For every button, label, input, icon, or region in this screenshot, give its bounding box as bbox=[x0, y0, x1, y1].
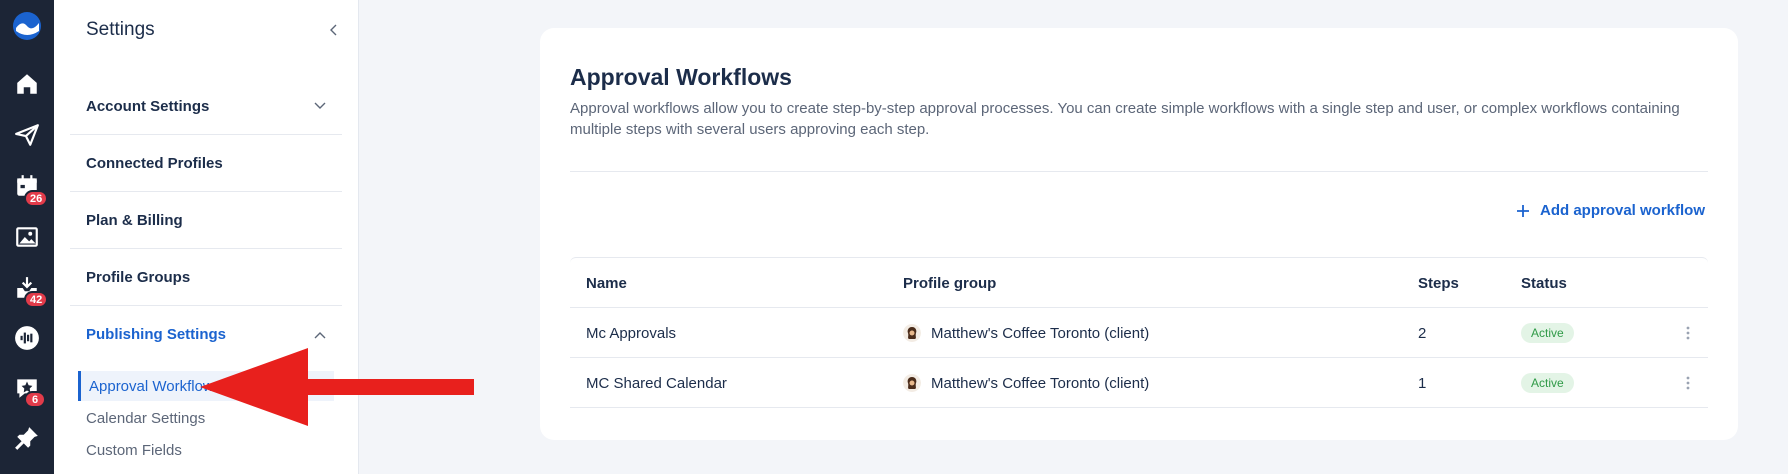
workflow-name[interactable]: MC Shared Calendar bbox=[586, 358, 727, 408]
collapse-sidebar-button[interactable] bbox=[324, 20, 344, 40]
table-header-row: Name Profile group Steps Status bbox=[570, 258, 1708, 308]
home-icon[interactable] bbox=[11, 68, 43, 100]
send-icon[interactable] bbox=[11, 119, 43, 151]
status-badge: Active bbox=[1521, 323, 1574, 343]
profile-group-name: Matthew's Coffee Toronto (client) bbox=[931, 324, 1150, 342]
add-approval-workflow-label: Add approval workflow bbox=[1540, 202, 1706, 219]
sidebar-title: Settings bbox=[86, 19, 155, 40]
sidebar-item-connected-profiles[interactable]: Connected Profiles bbox=[70, 135, 342, 192]
profile-group-name: Matthew's Coffee Toronto (client) bbox=[931, 374, 1150, 392]
row-menu-button[interactable] bbox=[1678, 358, 1698, 408]
annotation-arrow bbox=[200, 348, 474, 426]
sidebar-subitem-custom-fields[interactable]: Custom Fields bbox=[78, 435, 334, 465]
workflow-steps: 1 bbox=[1418, 374, 1427, 392]
workflow-name[interactable]: Mc Approvals bbox=[586, 308, 676, 358]
sidebar-item-label: Plan & Billing bbox=[86, 211, 183, 229]
column-header-name[interactable]: Name bbox=[586, 258, 627, 308]
audio-icon[interactable] bbox=[11, 322, 43, 354]
status-cell: Active bbox=[1521, 308, 1574, 358]
image-icon[interactable] bbox=[11, 221, 43, 253]
more-vertical-icon bbox=[1686, 326, 1690, 340]
page-title: Approval Workflows bbox=[570, 64, 792, 90]
profile-avatar-icon bbox=[903, 374, 921, 392]
profile-group-cell: Matthew's Coffee Toronto (client) bbox=[903, 358, 1149, 408]
divider bbox=[570, 171, 1708, 172]
workflows-table: Name Profile group Steps Status Mc Appro… bbox=[570, 257, 1708, 408]
inbox-badge: 42 bbox=[24, 291, 49, 308]
chevron-up-icon bbox=[314, 331, 326, 338]
pin-icon[interactable] bbox=[11, 422, 43, 454]
profile-group-cell: Matthew's Coffee Toronto (client) bbox=[903, 308, 1149, 358]
column-header-status[interactable]: Status bbox=[1521, 258, 1567, 308]
sidebar-item-account-settings[interactable]: Account Settings bbox=[70, 78, 342, 135]
logo-icon[interactable] bbox=[11, 10, 43, 42]
sidebar-item-label: Profile Groups bbox=[86, 268, 191, 286]
sidebar-item-label: Connected Profiles bbox=[86, 154, 223, 172]
sidebar-item-label: Account Settings bbox=[86, 97, 210, 115]
row-menu-button[interactable] bbox=[1678, 308, 1698, 358]
chevron-down-icon bbox=[314, 102, 326, 109]
plus-icon bbox=[1517, 204, 1529, 217]
column-header-steps[interactable]: Steps bbox=[1418, 258, 1459, 308]
reviews-badge: 6 bbox=[24, 391, 46, 408]
approval-workflows-card: Approval Workflows Approval workflows al… bbox=[540, 28, 1738, 440]
page-description: Approval workflows allow you to create s… bbox=[570, 100, 1680, 138]
workflow-steps: 2 bbox=[1418, 324, 1427, 342]
calendar-badge: 26 bbox=[24, 190, 49, 207]
add-approval-workflow-button[interactable]: Add approval workflow bbox=[1516, 202, 1705, 219]
column-header-profile-group[interactable]: Profile group bbox=[903, 258, 996, 308]
status-cell: Active bbox=[1521, 358, 1574, 408]
status-badge: Active bbox=[1521, 373, 1574, 393]
chevron-left-icon bbox=[330, 24, 337, 36]
profile-avatar-icon bbox=[903, 324, 921, 342]
table-row[interactable]: MC Shared Calendar Matthew's Coffee Toro… bbox=[570, 358, 1708, 408]
sidebar-item-plan-billing[interactable]: Plan & Billing bbox=[70, 192, 342, 249]
more-vertical-icon bbox=[1686, 376, 1690, 390]
app-rail: 26 42 6 bbox=[0, 0, 54, 474]
sidebar-item-profile-groups[interactable]: Profile Groups bbox=[70, 249, 342, 306]
sidebar-item-label: Publishing Settings bbox=[86, 326, 227, 343]
table-row[interactable]: Mc Approvals Matthew's Coffee Toronto (c… bbox=[570, 308, 1708, 358]
